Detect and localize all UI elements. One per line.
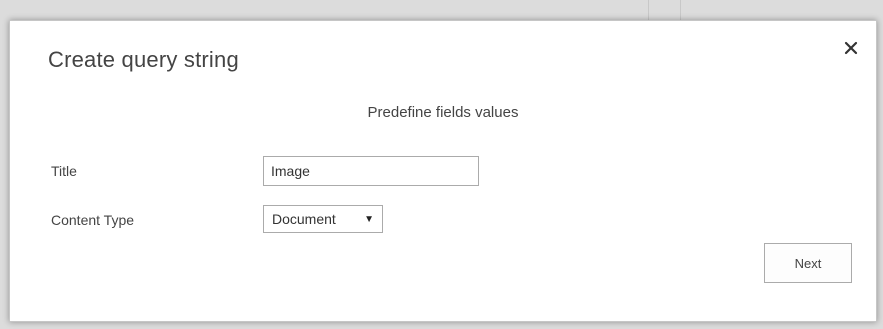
create-query-string-dialog: Create query string Predefine fields val…	[9, 20, 877, 322]
title-label: Title	[51, 163, 77, 179]
content-type-label: Content Type	[51, 212, 135, 228]
dropdown-arrow-icon: ▼	[364, 213, 374, 225]
backdrop-divider	[680, 0, 681, 20]
close-icon	[844, 41, 858, 55]
content-type-selected-value: Document	[272, 211, 336, 227]
dialog-subtitle: Predefine fields values	[367, 104, 519, 121]
dialog-title: Create query string	[48, 47, 239, 72]
backdrop-divider	[648, 0, 649, 20]
close-button[interactable]	[840, 37, 862, 59]
next-button[interactable]: Next	[764, 243, 852, 283]
content-type-select[interactable]: Document ▼	[263, 205, 383, 233]
title-input[interactable]	[263, 156, 479, 186]
